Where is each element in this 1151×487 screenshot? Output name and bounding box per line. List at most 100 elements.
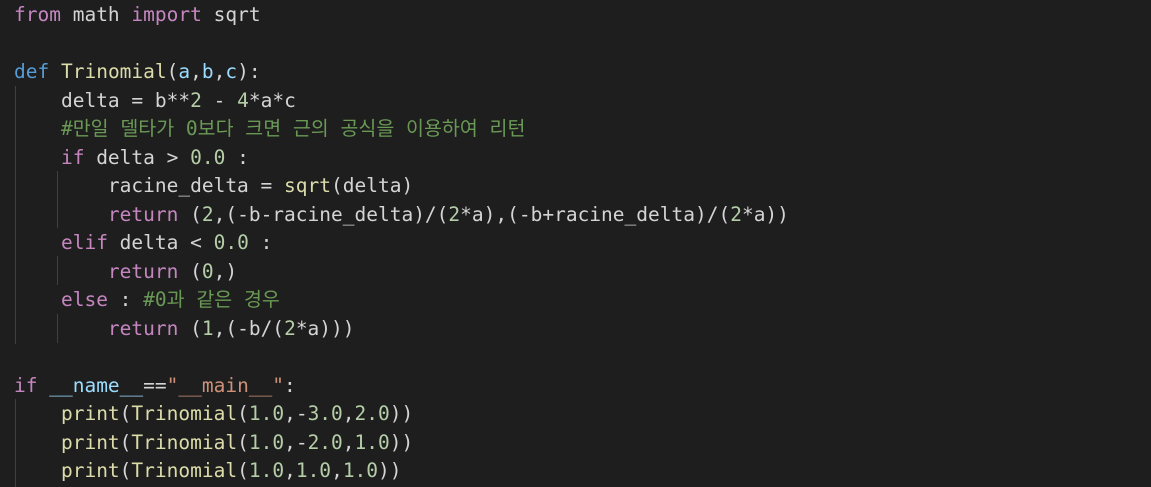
code-token: *a)): [741, 202, 789, 226]
code-token: (: [237, 459, 249, 482]
code-token: ):: [237, 60, 261, 83]
code-token: ,-: [284, 430, 308, 454]
code-token: ,: [190, 60, 202, 83]
code-line[interactable]: if __name__=="__main__":: [14, 372, 296, 401]
code-token: if: [14, 373, 38, 397]
code-token: #0과 같은 경우: [143, 288, 280, 311]
code-line[interactable]: racine_delta = sqrt(delta): [14, 172, 413, 201]
code-line[interactable]: return (0,): [14, 258, 237, 287]
code-token: 3.0: [307, 402, 343, 425]
code-token: (: [178, 316, 202, 340]
code-token: a: [178, 60, 191, 83]
code-token: __name__: [49, 373, 144, 397]
code-token: ,: [342, 402, 355, 425]
code-token: *a),(-b+racine_delta)/(: [460, 202, 731, 226]
code-token: ,: [213, 60, 226, 83]
code-token: print: [60, 430, 120, 454]
code-token: 4: [237, 88, 249, 112]
code-token: sqrt: [284, 174, 331, 197]
code-token: -: [201, 88, 238, 112]
code-token: 1.0: [295, 459, 332, 482]
code-line[interactable]: return (2,(-b-racine_delta)/(2*a),(-b+ra…: [14, 201, 789, 230]
code-token: "__main__": [166, 373, 285, 397]
code-token: 2: [284, 316, 296, 340]
code-token: print: [60, 459, 120, 482]
code-token: Trinomial: [131, 430, 238, 454]
code-token: if: [60, 145, 85, 169]
code-token: 0.0: [213, 231, 249, 254]
code-token: ,): [213, 259, 238, 283]
code-token: ,(-b-racine_delta)/(: [213, 202, 449, 226]
code-token: *a))): [295, 316, 355, 340]
code-token: 1: [201, 316, 214, 340]
code-token: return: [107, 316, 179, 340]
code-token: (delta): [331, 174, 414, 197]
code-line[interactable]: delta = b**2 - 4*a*c: [14, 87, 296, 116]
code-token: elif: [60, 231, 108, 254]
code-token: 1.0: [354, 430, 390, 454]
code-line[interactable]: if delta > 0.0 :: [14, 144, 249, 173]
code-token: 0: [201, 259, 214, 283]
code-line[interactable]: #만일 델타가 0보다 크면 근의 공식을 이용하여 리턴: [14, 115, 525, 144]
code-token: (: [237, 430, 249, 454]
code-token: Trinomial: [131, 402, 238, 425]
code-line[interactable]: else : #0과 같은 경우: [14, 286, 280, 315]
code-token: (: [166, 60, 179, 83]
code-token: return: [107, 259, 179, 283]
code-token: 2.0: [307, 430, 343, 454]
code-token: ,-: [284, 402, 308, 425]
code-token: )): [389, 430, 414, 454]
code-token: return: [107, 202, 179, 226]
code-token: 0.0: [190, 145, 226, 169]
code-line[interactable]: elif delta < 0.0 :: [14, 229, 272, 258]
code-token: 1.0: [248, 402, 285, 425]
code-line[interactable]: print(Trinomial(1.0,-3.0,2.0)): [14, 400, 413, 429]
code-line[interactable]: return (1,(-b/(2*a))): [14, 315, 355, 344]
code-token: 2: [190, 88, 202, 112]
code-token: c: [225, 60, 238, 83]
code-line[interactable]: print(Trinomial(1.0,1.0,1.0)): [14, 457, 402, 486]
code-token: 2: [201, 202, 214, 226]
code-token: print: [60, 402, 120, 425]
code-token: #만일 델타가 0보다 크면 근의 공식을 이용하여 리턴: [60, 117, 526, 140]
code-token: *a*c: [248, 88, 296, 112]
code-token: delta <: [107, 231, 214, 254]
code-token: 2.0: [354, 402, 390, 425]
code-token: delta = b**: [14, 88, 191, 112]
code-token: 1.0: [248, 430, 285, 454]
code-token: (: [237, 402, 249, 425]
code-token: import: [131, 3, 202, 26]
code-token: 1.0: [342, 459, 379, 482]
code-token: b: [201, 60, 214, 83]
code-token: :: [248, 231, 273, 254]
code-token: sqrt: [201, 3, 261, 26]
code-token: )): [389, 402, 414, 425]
code-token: racine_delta =: [14, 174, 285, 197]
code-token: from: [14, 3, 61, 26]
code-token: (: [178, 202, 202, 226]
code-token: (: [119, 402, 132, 425]
code-line[interactable]: print(Trinomial(1.0,-2.0,1.0)): [14, 429, 413, 458]
code-token: ==: [143, 373, 167, 397]
code-token: :: [225, 145, 249, 169]
code-token: 2: [448, 202, 461, 226]
code-token: delta >: [84, 145, 191, 169]
code-token: ,: [331, 459, 343, 482]
code-line[interactable]: def Trinomial(a,b,c):: [14, 58, 261, 87]
code-token: :: [284, 373, 296, 397]
code-token: (: [119, 430, 132, 454]
code-token: math: [60, 3, 132, 26]
code-line[interactable]: from math import sqrt: [14, 1, 261, 30]
code-editor[interactable]: from math import sqrt def Trinomial(a,b,c…: [0, 0, 1151, 487]
